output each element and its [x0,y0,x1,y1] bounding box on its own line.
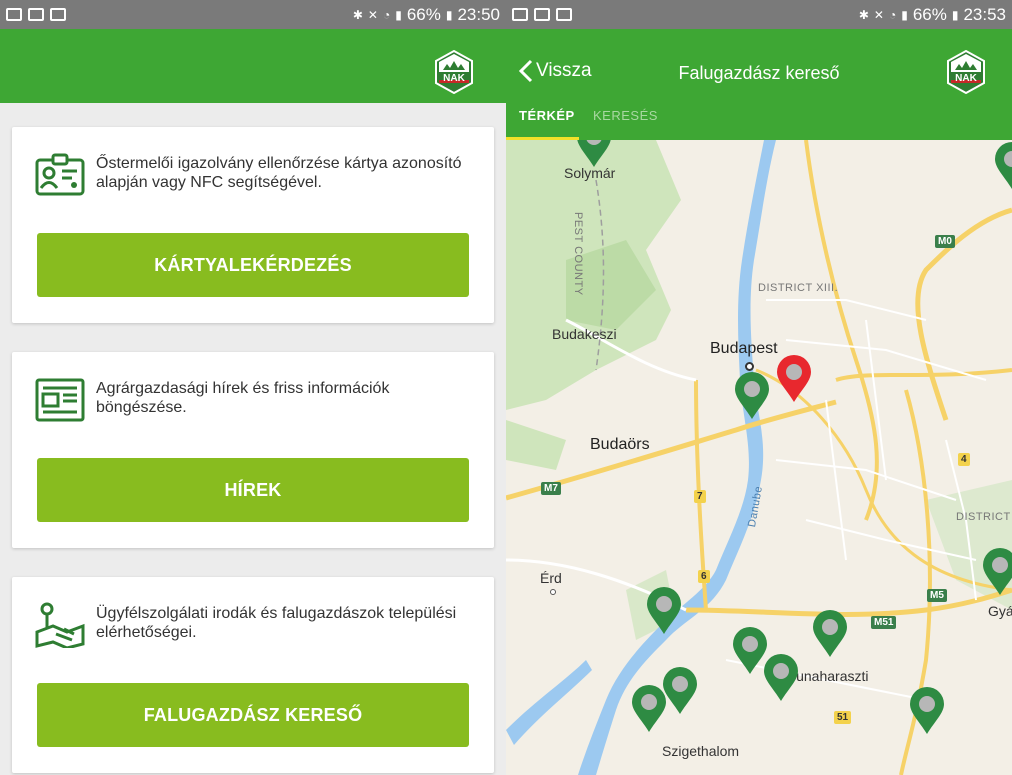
map-label-pest-county: PEST COUNTY [572,212,584,296]
map-label-budakeszi: Budakeszi [552,326,617,342]
selected-location-pin[interactable] [776,355,812,403]
signal-icon: ▮ [901,7,908,22]
city-dot-budapest [745,362,754,371]
advisor-pin[interactable] [576,140,612,168]
map-label-district-x: DISTRICT X [956,511,1012,523]
clipboard-icon [50,8,66,21]
mute-icon: ✕ [873,7,884,22]
map-label-budapest: Budapest [710,340,778,357]
advisor-pin[interactable] [909,687,945,735]
advisor-pin[interactable] [662,667,698,715]
map-label-szigethalom: Szigethalom [662,743,740,759]
chevron-left-icon [518,59,533,83]
road-shield-m51: M51 [871,616,897,629]
advisor-pin[interactable] [763,654,799,702]
map-label-budaors: Budaörs [590,436,650,453]
clipboard-icon [556,8,572,21]
home-screen: ✱ ✕ ◔ ▮ 66% ▮ 23:50 NAK Őstermelői igazo… [0,0,506,775]
tab-label: TÉRKÉP [519,108,575,123]
road-shield-51: 51 [834,711,852,724]
nak-logo-icon: NAK [947,50,985,94]
status-bar: ✱ ✕ ◔ ▮ 66% ▮ 23:50 [0,0,506,29]
tab-map[interactable]: TÉRKÉP [519,105,575,140]
advisor-finder-screen: ✱ ✕ ◔ ▮ 66% ▮ 23:53 Vissza Falugazdász k… [506,0,1012,775]
battery-icon: ▮ [445,7,453,22]
wifi-icon: ◔ [888,7,897,22]
battery-percent: 66% [912,4,947,24]
map-label-district-xiii: DISTRICT XIII. [758,282,839,294]
newspaper-icon [35,378,85,422]
screenshot-pair: ✱ ✕ ◔ ▮ 66% ▮ 23:50 NAK Őstermelői igazo… [0,0,1012,775]
system-status: ✱ ✕ ◔ ▮ 66% ▮ 23:50 [353,5,506,25]
back-label: Vissza [536,60,592,81]
news-button[interactable]: HÍREK [37,458,469,522]
city-dot-erd [550,589,556,595]
map-label-gya: Gyá [988,603,1012,619]
mail-icon [512,8,528,21]
gallery-icon [534,8,550,21]
card-news: Agrárgazdasági hírek és friss információ… [12,352,494,548]
advisor-pin[interactable] [631,685,667,733]
notification-icons [506,8,572,21]
signal-icon: ▮ [395,7,402,22]
battery-icon: ▮ [951,7,959,22]
road-shield-m0: M0 [935,235,955,248]
app-bar: Vissza Falugazdász kereső NAK [506,29,1012,103]
road-shield-6: 6 [698,570,710,583]
gallery-icon [28,8,44,21]
card-card-check: Őstermelői igazolvány ellenőrzése kártya… [12,127,494,323]
logo-text: NAK [443,73,465,84]
status-bar: ✱ ✕ ◔ ▮ 66% ▮ 23:53 [506,0,1012,29]
map-view[interactable]: Solymár PEST COUNTY Budakeszi Budapest B… [506,140,1012,775]
tab-label: KERESÉS [593,108,658,123]
bluetooth-icon: ✱ [352,7,363,22]
tab-bar: TÉRKÉP KERESÉS [506,103,1012,140]
wifi-icon: ◔ [382,7,391,22]
map-pin-icon [35,602,85,648]
card-description: Agrárgazdasági hírek és friss információ… [96,380,390,416]
nak-logo-icon: NAK [435,50,473,94]
mail-icon [6,8,22,21]
card-advisor-finder: Ügyfélszolgálati irodák és falugazdászok… [12,577,494,773]
card-lookup-button[interactable]: KÁRTYALEKÉRDEZÉS [37,233,469,297]
advisor-finder-button[interactable]: FALUGAZDÁSZ KERESŐ [37,683,469,747]
road-shield-m5: M5 [927,589,947,602]
battery-percent: 66% [406,4,441,24]
map-label-erd: Érd [540,570,562,586]
card-description: Őstermelői igazolvány ellenőrzése kártya… [96,155,462,191]
advisor-pin[interactable] [646,587,682,635]
mute-icon: ✕ [367,7,378,22]
road-shield-4: 4 [958,453,970,466]
notification-icons [0,8,66,21]
clock: 23:53 [963,4,1006,24]
advisor-pin[interactable] [994,142,1012,190]
tab-search[interactable]: KERESÉS [593,105,658,140]
road-shield-m7: M7 [541,482,561,495]
bluetooth-icon: ✱ [858,7,869,22]
advisor-pin[interactable] [982,548,1012,596]
app-bar: NAK [0,29,506,103]
advisor-pin[interactable] [812,610,848,658]
advisor-pin[interactable] [734,372,770,420]
card-description: Ügyfélszolgálati irodák és falugazdászok… [96,605,457,641]
clock: 23:50 [457,4,500,24]
road-shield-7: 7 [694,490,706,503]
id-card-icon [35,153,85,196]
system-status: ✱ ✕ ◔ ▮ 66% ▮ 23:53 [859,5,1012,25]
logo-text: NAK [955,73,977,84]
back-button[interactable]: Vissza [518,59,592,83]
